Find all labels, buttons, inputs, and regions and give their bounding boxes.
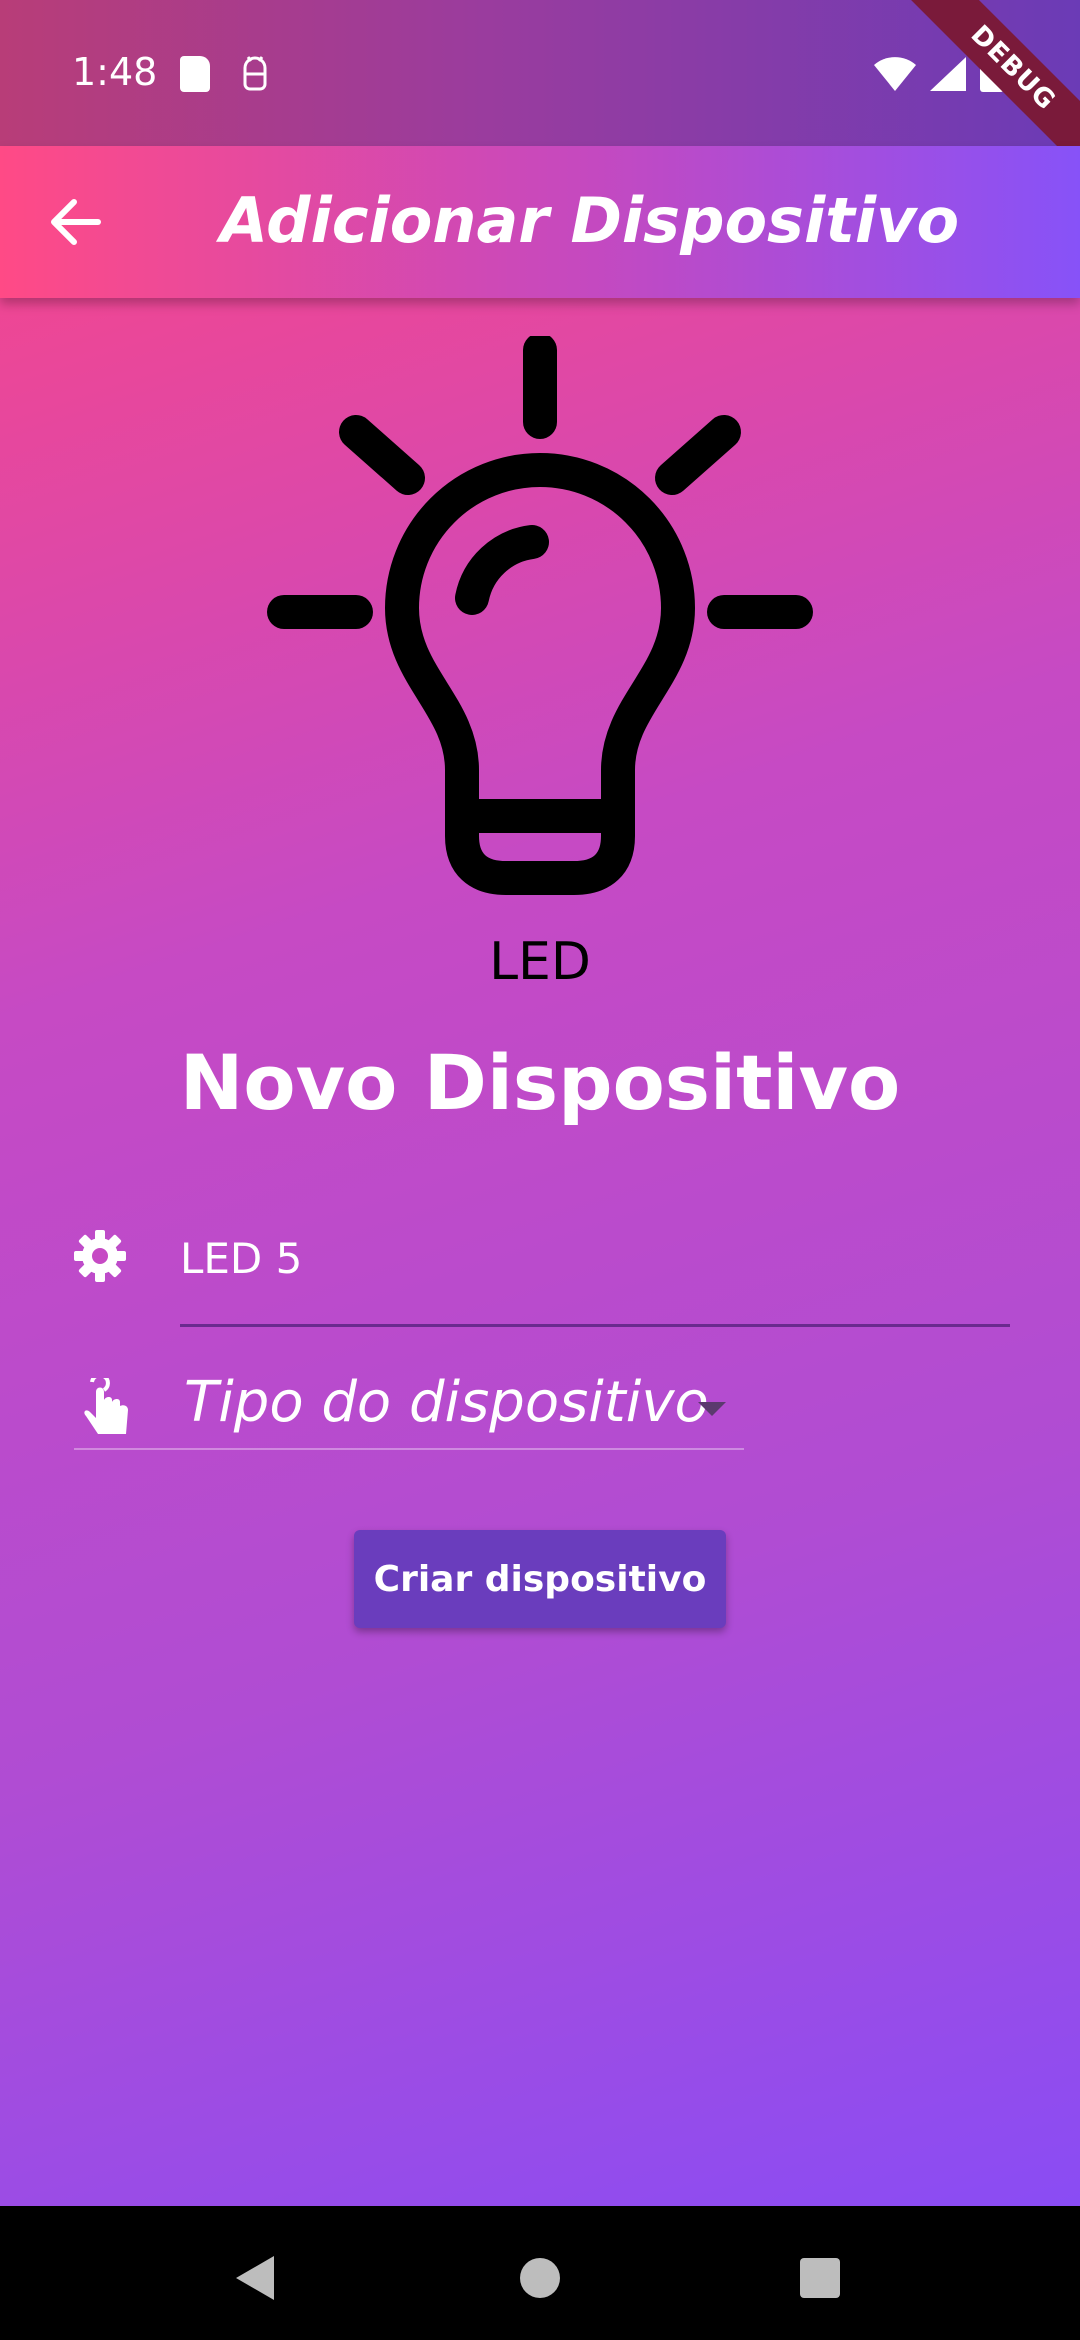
device-name-value: LED 5 [180, 1234, 303, 1283]
status-time: 1:48 [72, 50, 158, 94]
app-bar: Adicionar Dispositivo [0, 146, 1080, 298]
gear-icon [74, 1230, 126, 1282]
dropdown-arrow-icon [698, 1402, 726, 1416]
nav-back-icon[interactable] [236, 2256, 274, 2300]
lightbulb-icon [267, 336, 813, 895]
device-type-label: LED [489, 932, 591, 992]
create-device-button[interactable]: Criar dispositivo [354, 1530, 726, 1628]
page-title: Novo Dispositivo [179, 1038, 901, 1127]
android-debug-icon [243, 56, 267, 91]
touch-hand-icon [84, 1378, 128, 1434]
wifi-icon [874, 57, 916, 91]
status-bar: 1:48 DEBUG [0, 0, 1080, 174]
sd-card-icon [180, 56, 210, 92]
arrow-back-icon[interactable] [44, 190, 108, 254]
system-nav-bar [0, 2206, 1080, 2340]
nav-recents-icon[interactable] [800, 2258, 840, 2298]
nav-home-icon[interactable] [520, 2258, 560, 2298]
device-type-dropdown[interactable]: Tipo do dispositivo [74, 1366, 744, 1450]
device-type-placeholder: Tipo do dispositivo [184, 1370, 709, 1435]
app-bar-title: Adicionar Dispositivo [220, 184, 960, 257]
app-screen: 1:48 DEBUG Adicionar Dispositivo LED Nov… [0, 0, 1080, 2206]
device-name-field[interactable]: LED 5 [180, 1234, 1010, 1327]
signal-icon [930, 57, 966, 91]
